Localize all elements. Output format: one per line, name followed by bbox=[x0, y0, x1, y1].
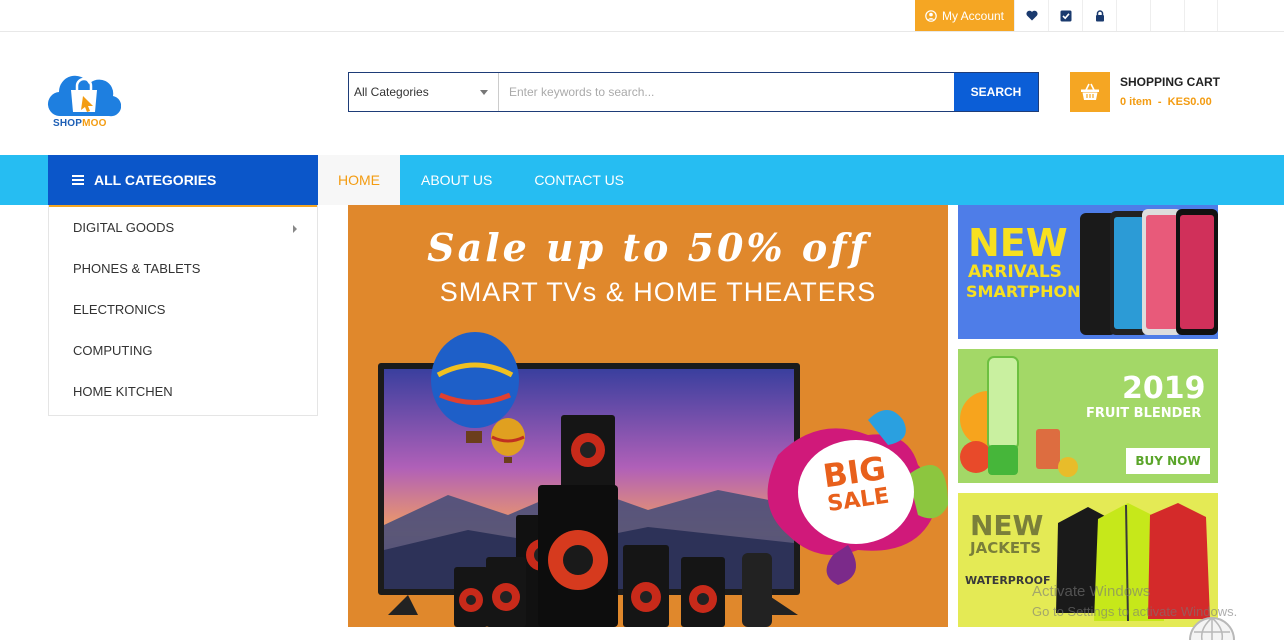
compare-button[interactable] bbox=[1048, 0, 1082, 31]
logo-wordmark: SHOPMOO bbox=[53, 118, 107, 129]
site-logo[interactable]: SHOPMOO bbox=[47, 72, 122, 130]
checkbox-icon bbox=[1060, 10, 1071, 21]
cart-text: SHOPPING CART 0 item - KES0.00 bbox=[1120, 72, 1220, 112]
jackets-banner-line2: JACKETS bbox=[970, 539, 1042, 557]
basket-icon bbox=[1081, 83, 1099, 100]
nav-links: HOME ABOUT US CONTACT US bbox=[318, 155, 645, 205]
category-item-label: COMPUTING bbox=[73, 343, 153, 358]
search-button[interactable]: SEARCH bbox=[954, 73, 1038, 111]
promo-banner-smartphones[interactable]: NEW ARRIVALS SMARTPHONES bbox=[958, 205, 1218, 339]
phones-banner-line1: NEW bbox=[968, 221, 1068, 265]
globe-icon bbox=[1189, 617, 1235, 640]
cart-title: SHOPPING CART bbox=[1120, 75, 1221, 89]
nav-link-home[interactable]: HOME bbox=[318, 155, 400, 205]
my-account-link[interactable]: My Account bbox=[914, 0, 1014, 31]
lock-icon bbox=[1095, 9, 1104, 21]
category-side-menu: DIGITAL GOODS PHONES & TABLETS ELECTRONI… bbox=[48, 205, 318, 416]
category-item-label: PHONES & TABLETS bbox=[73, 261, 201, 276]
cart-summary: 0 item - KES0.00 bbox=[1120, 96, 1212, 108]
category-item-computing[interactable]: COMPUTING bbox=[49, 330, 317, 371]
heart-icon bbox=[1025, 10, 1038, 21]
category-item-phones-tablets[interactable]: PHONES & TABLETS bbox=[49, 248, 317, 289]
fruit-blender-image bbox=[960, 356, 1078, 477]
nav-link-contact-us[interactable]: CONTACT US bbox=[513, 155, 645, 205]
my-account-label: My Account bbox=[941, 8, 1004, 23]
wishlist-button[interactable] bbox=[1014, 0, 1048, 31]
topbar-slot[interactable] bbox=[1150, 0, 1184, 31]
category-item-label: ELECTRONICS bbox=[73, 302, 166, 317]
all-categories-label: ALL CATEGORIES bbox=[94, 172, 217, 188]
login-button[interactable] bbox=[1082, 0, 1116, 31]
logo-text-shop: SHOP bbox=[53, 118, 83, 129]
category-item-label: DIGITAL GOODS bbox=[73, 220, 175, 235]
jackets-banner-line1: NEW bbox=[970, 509, 1044, 542]
category-item-home-kitchen[interactable]: HOME KITCHEN bbox=[49, 371, 317, 412]
main-promo-banner[interactable]: Sale up to 50% off SMART TVs & HOME THEA… bbox=[348, 205, 948, 627]
search-input[interactable] bbox=[499, 73, 954, 111]
chevron-right-icon bbox=[293, 225, 297, 233]
top-bar-links: My Account bbox=[914, 0, 1218, 31]
nav-link-about-us[interactable]: ABOUT US bbox=[400, 155, 513, 205]
user-circle-icon bbox=[925, 9, 937, 22]
top-bar: My Account bbox=[0, 0, 1284, 32]
cart-icon-box[interactable] bbox=[1070, 72, 1110, 112]
topbar-slot[interactable] bbox=[1184, 0, 1218, 31]
category-select-value: All Categories bbox=[354, 85, 429, 99]
phones-banner-line2: ARRIVALS bbox=[968, 262, 1062, 282]
shopping-cart[interactable]: SHOPPING CART 0 item - KES0.00 bbox=[1070, 72, 1220, 112]
activate-windows-watermark: Activate Windows bbox=[1032, 583, 1151, 600]
all-categories-button[interactable]: ALL CATEGORIES bbox=[48, 155, 318, 207]
logo-text-moo: MOO bbox=[82, 118, 107, 129]
category-item-digital-goods[interactable]: DIGITAL GOODS bbox=[49, 207, 317, 248]
smartphones-image bbox=[1080, 209, 1218, 335]
category-select[interactable]: All Categories bbox=[349, 73, 499, 111]
promo-banner-fruit-blender[interactable]: 2019 FRUIT BLENDER BUY NOW bbox=[958, 349, 1218, 483]
buy-now-button[interactable]: BUY NOW bbox=[1126, 448, 1210, 474]
blender-banner-product: FRUIT BLENDER bbox=[1086, 406, 1202, 421]
blender-banner-year: 2019 bbox=[1122, 371, 1206, 406]
tv-home-theater-image bbox=[378, 332, 948, 627]
chevron-down-icon bbox=[480, 90, 488, 95]
cloud-bag-logo-icon bbox=[47, 75, 122, 117]
hamburger-menu-icon bbox=[72, 175, 84, 185]
category-item-label: HOME KITCHEN bbox=[73, 384, 173, 399]
category-item-electronics[interactable]: ELECTRONICS bbox=[49, 289, 317, 330]
search-bar: All Categories SEARCH bbox=[348, 72, 1039, 112]
topbar-slot[interactable] bbox=[1116, 0, 1150, 31]
